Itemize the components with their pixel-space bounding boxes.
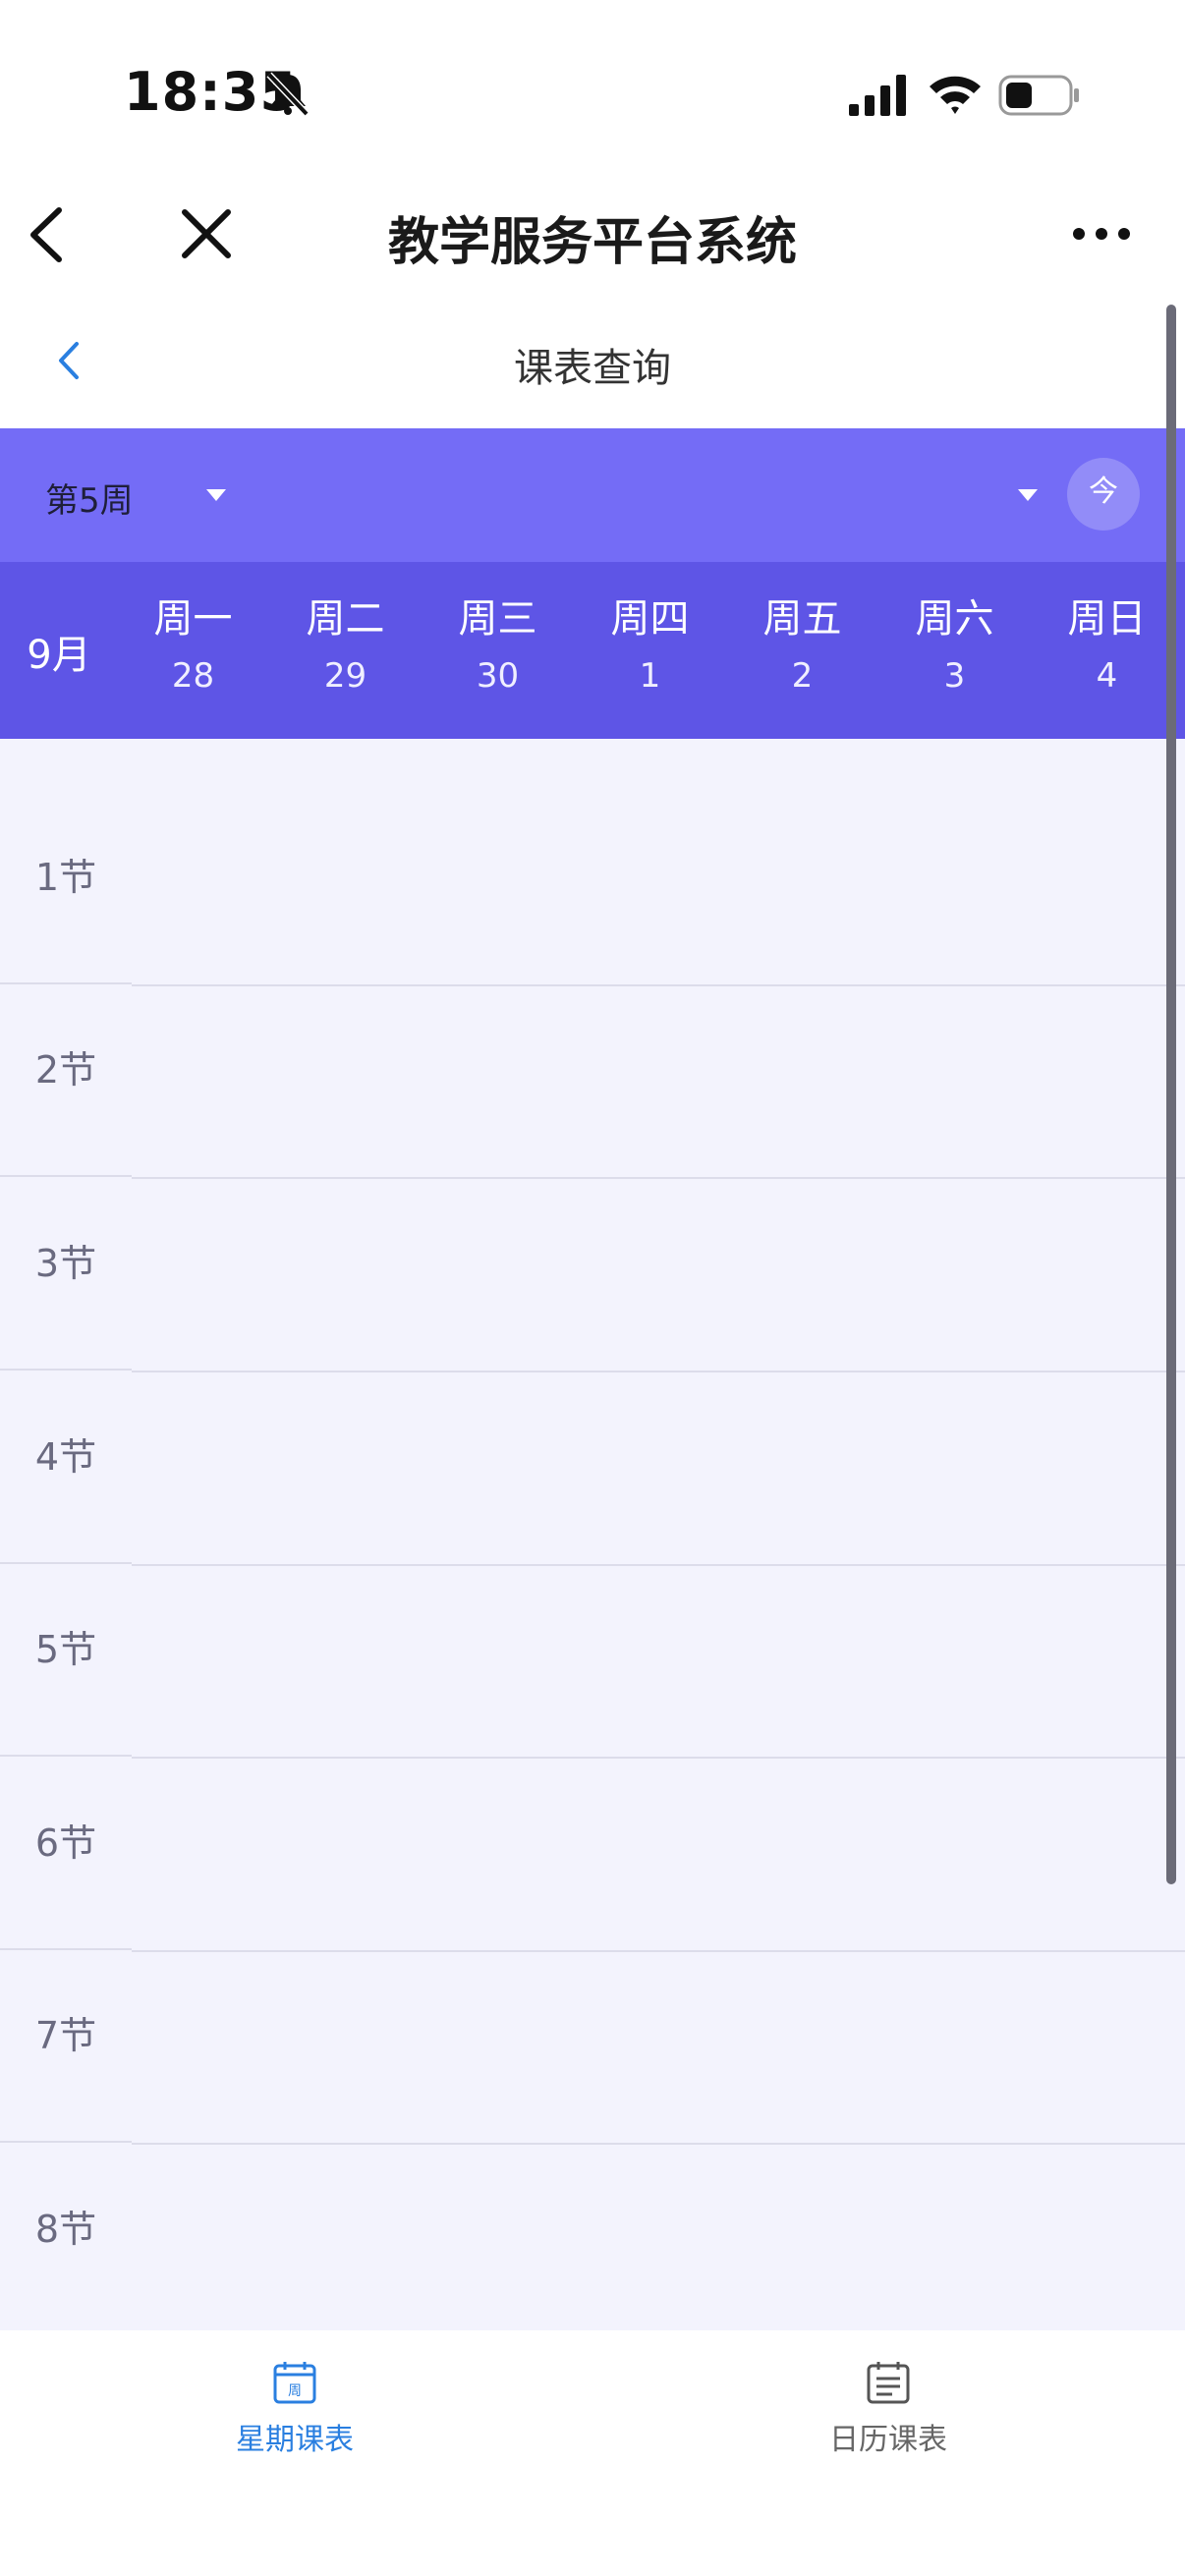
- calendar-list-icon: [867, 2362, 910, 2404]
- row-divider: [132, 984, 1185, 986]
- row-divider: [0, 1755, 132, 1757]
- nav-title: 教学服务平台系统: [387, 213, 797, 272]
- period-label: 3节: [34, 1242, 97, 1285]
- day-name: 周六: [915, 596, 994, 642]
- scrollbar[interactable]: [1166, 305, 1176, 1884]
- day-date: 1: [639, 656, 661, 696]
- today-button[interactable]: 今: [1067, 458, 1140, 531]
- day-date: 28: [171, 656, 215, 696]
- row-divider: [132, 2143, 1185, 2145]
- row-divider: [132, 1371, 1185, 1372]
- more-icon[interactable]: [1071, 222, 1132, 246]
- day-date: 3: [943, 656, 966, 696]
- signal-icon: [849, 75, 906, 116]
- day-name: 周日: [1067, 596, 1147, 642]
- day-column-header: 周三 30: [422, 591, 574, 705]
- day-date: 2: [791, 656, 814, 696]
- day-date: 29: [323, 656, 367, 696]
- caret-down-icon[interactable]: [1018, 489, 1038, 501]
- status-bar: 18:35: [0, 0, 1185, 167]
- tab-icon-glyph: 周: [288, 2383, 302, 2399]
- day-date: 30: [476, 656, 520, 696]
- row-divider: [132, 1950, 1185, 1952]
- day-column-header: 周五 2: [726, 591, 878, 705]
- day-date: 4: [1096, 656, 1118, 696]
- schedule-grid[interactable]: 1节 2节 3节 4节 5节 6节 7节 8节: [0, 739, 1185, 2330]
- day-name: 周一: [153, 596, 233, 642]
- month-label: 9月: [27, 633, 91, 678]
- period-label: 6节: [34, 1821, 97, 1865]
- row-divider: [132, 1177, 1185, 1179]
- tab-label: 星期课表: [236, 2423, 354, 2457]
- tab-calendar-schedule[interactable]: 日历课表: [692, 2360, 1085, 2458]
- week-select[interactable]: 第5周: [45, 474, 134, 522]
- day-name: 周四: [610, 596, 690, 642]
- row-divider: [0, 1948, 132, 1950]
- day-column-header: 周一 28: [117, 591, 269, 705]
- row-divider: [0, 1369, 132, 1371]
- tab-weekly-schedule[interactable]: 周 星期课表: [98, 2360, 491, 2458]
- nav-bar: 教学服务平台系统: [0, 167, 1185, 295]
- calendar-week-icon: 周: [273, 2362, 316, 2404]
- day-column-header: 周四 1: [574, 591, 726, 705]
- day-column-header: 周六 3: [878, 591, 1031, 705]
- row-divider: [0, 1562, 132, 1564]
- day-name: 周三: [458, 596, 537, 642]
- page-title: 课表查询: [514, 346, 671, 391]
- period-label: 8节: [34, 2208, 97, 2251]
- period-label: 2节: [34, 1048, 97, 1092]
- day-name: 周二: [306, 596, 385, 642]
- period-label: 4节: [34, 1435, 97, 1479]
- row-divider: [132, 1564, 1185, 1566]
- row-divider: [132, 1757, 1185, 1759]
- period-label: 1节: [34, 856, 97, 899]
- day-header: 9月 周一 28 周二 29 周三 30 周四 1 周五 2 周六 3 周日 4: [0, 562, 1185, 739]
- day-name: 周五: [762, 596, 842, 642]
- day-column-header: 周日 4: [1031, 591, 1183, 705]
- caret-down-icon[interactable]: [206, 489, 226, 501]
- bottom-tab-bar: 周 星期课表 日历课表: [0, 2330, 1185, 2576]
- period-label: 5节: [34, 1628, 97, 1671]
- row-divider: [0, 1175, 132, 1177]
- week-selector: 第5周 今: [0, 428, 1185, 562]
- row-divider: [0, 2141, 132, 2143]
- bell-muted-icon: [266, 72, 310, 117]
- page-header: 课表查询: [0, 295, 1185, 428]
- wifi-icon: [930, 76, 981, 114]
- period-label: 7节: [34, 2014, 97, 2057]
- tab-label: 日历课表: [829, 2423, 947, 2457]
- battery-icon: [998, 75, 1079, 116]
- row-divider: [0, 982, 132, 984]
- day-column-header: 周二 29: [269, 591, 422, 705]
